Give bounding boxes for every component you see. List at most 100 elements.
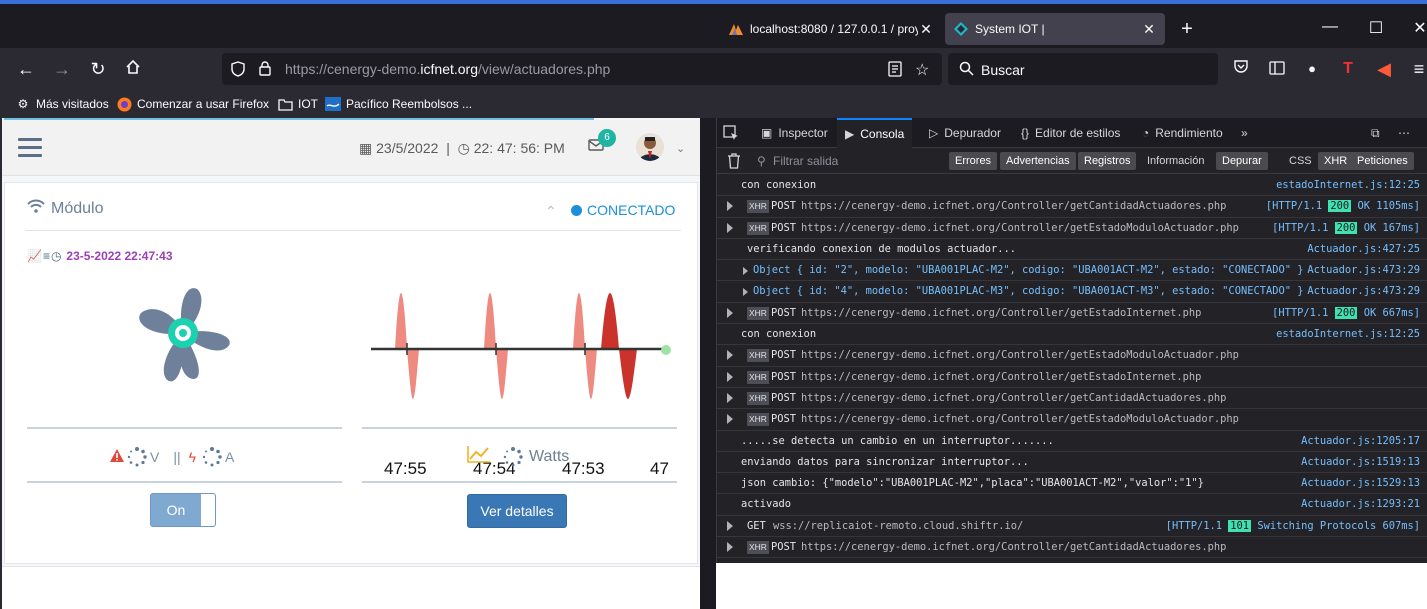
log-object[interactable]: Object { id: "4", modelo: "UBA001PLAC-M3… — [717, 281, 1427, 303]
filter-logs[interactable]: Registros — [1078, 152, 1137, 170]
log-text: POST — [771, 391, 797, 404]
log-text: https://cenergy-demo.icfnet.org/Controll… — [801, 200, 1227, 213]
log-xhr-request[interactable]: XHR POST https://cenergy-demo.icfnet.org/C… — [717, 388, 1427, 410]
tab-style-editor[interactable]: {} Editor de estilos — [1017, 118, 1124, 148]
close-window-icon[interactable]: ✕ — [1405, 18, 1427, 38]
devtools-tabs: ▣ Inspector ▶ Consola ▷ Depurador {} Edi… — [717, 118, 1427, 148]
url-bar[interactable]: https://cenergy-demo.icfnet.org/view/act… — [222, 53, 942, 85]
header-datetime: ▦ 23/5/2022 | ◷ 22: 47: 56: PM — [359, 140, 565, 157]
log-source-link[interactable]: estadoInternet.js:12:25 — [1276, 328, 1420, 340]
log-source-link[interactable]: Actuador.js:473:29 — [1307, 285, 1420, 297]
status-dot-icon — [571, 204, 582, 216]
log-websocket-request[interactable]: GET wss://replicaiot-remoto.cloud.shiftr.… — [717, 516, 1427, 538]
more-tabs-icon[interactable]: » — [1241, 118, 1248, 148]
filter-requests[interactable]: Peticiones — [1351, 152, 1414, 170]
avatar[interactable] — [636, 133, 664, 161]
shield-icon[interactable] — [231, 61, 245, 80]
forward-icon[interactable]: → — [50, 58, 74, 80]
home-icon[interactable] — [121, 58, 145, 80]
details-button[interactable]: Ver detalles — [467, 494, 567, 528]
filter-errors[interactable]: Errores — [949, 152, 998, 170]
tab-inspector[interactable]: ▣ Inspector — [757, 118, 832, 148]
log-xhr-request[interactable]: XHR POST https://cenergy-demo.icfnet.org/C… — [717, 196, 1427, 218]
log-xhr-request[interactable]: XHR POST https://cenergy-demo.icfnet.org/C… — [717, 367, 1427, 388]
element-picker-icon[interactable] — [723, 118, 745, 148]
filter-input[interactable]: Filtrar salida — [773, 154, 838, 168]
hamburger-menu-icon[interactable] — [18, 138, 42, 158]
log-xhr-request[interactable]: XHR POST https://cenergy-demo.icfnet.org/C… — [717, 409, 1427, 431]
close-tab-icon[interactable]: ✕ — [1141, 21, 1157, 38]
filter-debug[interactable]: Depurar — [1216, 152, 1268, 170]
filter-css[interactable]: CSS — [1283, 152, 1318, 170]
log-text: 200 — [1328, 200, 1352, 213]
log-source-link[interactable]: Actuador.js:1519:13 — [1301, 456, 1420, 468]
search-bar[interactable]: Buscar — [948, 53, 1218, 85]
chevron-up-icon[interactable]: ⌃ — [545, 203, 557, 220]
phpmyadmin-icon — [728, 21, 744, 37]
log-xhr-request[interactable]: XHR POST https://cenergy-demo.icfnet.org/C… — [717, 218, 1427, 239]
lock-icon[interactable] — [259, 61, 271, 79]
console-input-area[interactable] — [716, 563, 1427, 609]
toggle-knob[interactable] — [201, 494, 215, 526]
log-xhr-request[interactable]: XHR POST https://cenergy-demo.icfnet.org/C… — [717, 537, 1427, 559]
responsive-design-icon[interactable]: ⧉ — [1371, 118, 1380, 148]
log-source-link[interactable]: Actuador.js:1205:17 — [1301, 435, 1420, 447]
devtools-options-icon[interactable]: ⋯ — [1398, 118, 1410, 148]
log-text: https://cenergy-demo.icfnet.org/Controll… — [801, 221, 1239, 234]
reload-icon[interactable]: ↻ — [86, 58, 110, 80]
tab-system-iot[interactable]: System IOT | ✕ — [945, 13, 1165, 45]
tab-phpmyadmin[interactable]: localhost:8080 / 127.0.0.1 / proy ✕ — [720, 13, 942, 45]
log-source-link[interactable]: Actuador.js:1529:13 — [1301, 477, 1420, 489]
log-text: con conexion — [741, 328, 817, 341]
filter-warnings[interactable]: Advertencias — [1000, 152, 1076, 170]
minimize-icon[interactable]: — — [1315, 18, 1345, 36]
log-text: enviando datos para sincronizar interrup… — [741, 455, 1029, 468]
debugger-icon: ▷ — [929, 126, 939, 140]
maximize-icon[interactable]: ☐ — [1361, 18, 1391, 38]
log-xhr-request[interactable]: XHR POST https://cenergy-demo.icfnet.org/C… — [717, 345, 1427, 367]
extension-flag-icon[interactable]: ◀ — [1372, 58, 1396, 80]
filter-info[interactable]: Información — [1141, 152, 1210, 170]
bookmark-most-visited[interactable]: ⚙ Más visitados — [15, 96, 109, 112]
trash-icon[interactable] — [727, 153, 741, 169]
log-source-link[interactable]: estadoInternet.js:12:25 — [1276, 179, 1420, 191]
log-object[interactable]: Object { id: "2", modelo: "UBA001PLAC-M2… — [717, 260, 1427, 282]
page-scrollbar[interactable] — [700, 118, 716, 609]
filter-xhr[interactable]: XHR — [1318, 152, 1354, 170]
sidebar-icon[interactable] — [1265, 58, 1289, 80]
reader-view-icon[interactable] — [888, 61, 902, 80]
extension-t-icon[interactable]: T — [1336, 58, 1360, 80]
tab-performance[interactable]: ◔ Rendimiento — [1138, 118, 1227, 148]
bookmark-pacifico[interactable]: Pacífico Reembolsos ... — [325, 96, 472, 112]
log-text: POST — [771, 413, 797, 426]
xhr-badge: XHR — [747, 306, 769, 320]
expand-arrow-icon — [727, 392, 733, 403]
log-source-link[interactable]: Actuador.js:473:29 — [1307, 264, 1420, 276]
xhr-badge: XHR — [747, 200, 769, 214]
bookmark-firefox[interactable]: Comenzar a usar Firefox — [116, 96, 269, 112]
bookmark-star-icon[interactable]: ☆ — [915, 60, 929, 80]
tab-console[interactable]: ▶ Consola — [837, 118, 913, 148]
bookmark-iot-folder[interactable]: IOT — [277, 96, 318, 112]
menu-icon[interactable]: ≡ — [1407, 58, 1427, 80]
timestamp-text: 23-5-2022 22:47:43 — [66, 249, 173, 263]
extension-icon[interactable]: ● — [1300, 58, 1324, 80]
log-xhr-request[interactable]: XHR POST https://cenergy-demo.icfnet.org/C… — [717, 303, 1427, 325]
loading-spinner-icon — [127, 447, 147, 467]
power-toggle[interactable]: On — [150, 493, 216, 527]
log-text: OK 167ms] — [1363, 221, 1420, 234]
back-icon[interactable]: ← — [14, 58, 38, 80]
chevron-down-icon[interactable]: ⌄ — [676, 142, 685, 155]
log-source-link[interactable]: Actuador.js:427:25 — [1307, 243, 1420, 255]
close-tab-icon[interactable]: ✕ — [918, 21, 934, 38]
header-separator: | — [446, 140, 450, 156]
toggle-label: On — [166, 502, 186, 518]
fan-icon — [139, 288, 230, 382]
new-tab-button[interactable]: + — [1175, 18, 1199, 41]
card-title: Módulo — [27, 199, 103, 218]
url-text[interactable]: https://cenergy-demo.icfnet.org/view/act… — [285, 61, 610, 77]
log-source-link[interactable]: Actuador.js:1293:21 — [1301, 498, 1420, 510]
pocket-icon[interactable] — [1229, 58, 1253, 80]
log-text: wss://replicaiot-remoto.cloud.shiftr.io/ — [773, 519, 1024, 532]
tab-debugger[interactable]: ▷ Depurador — [925, 118, 1005, 148]
